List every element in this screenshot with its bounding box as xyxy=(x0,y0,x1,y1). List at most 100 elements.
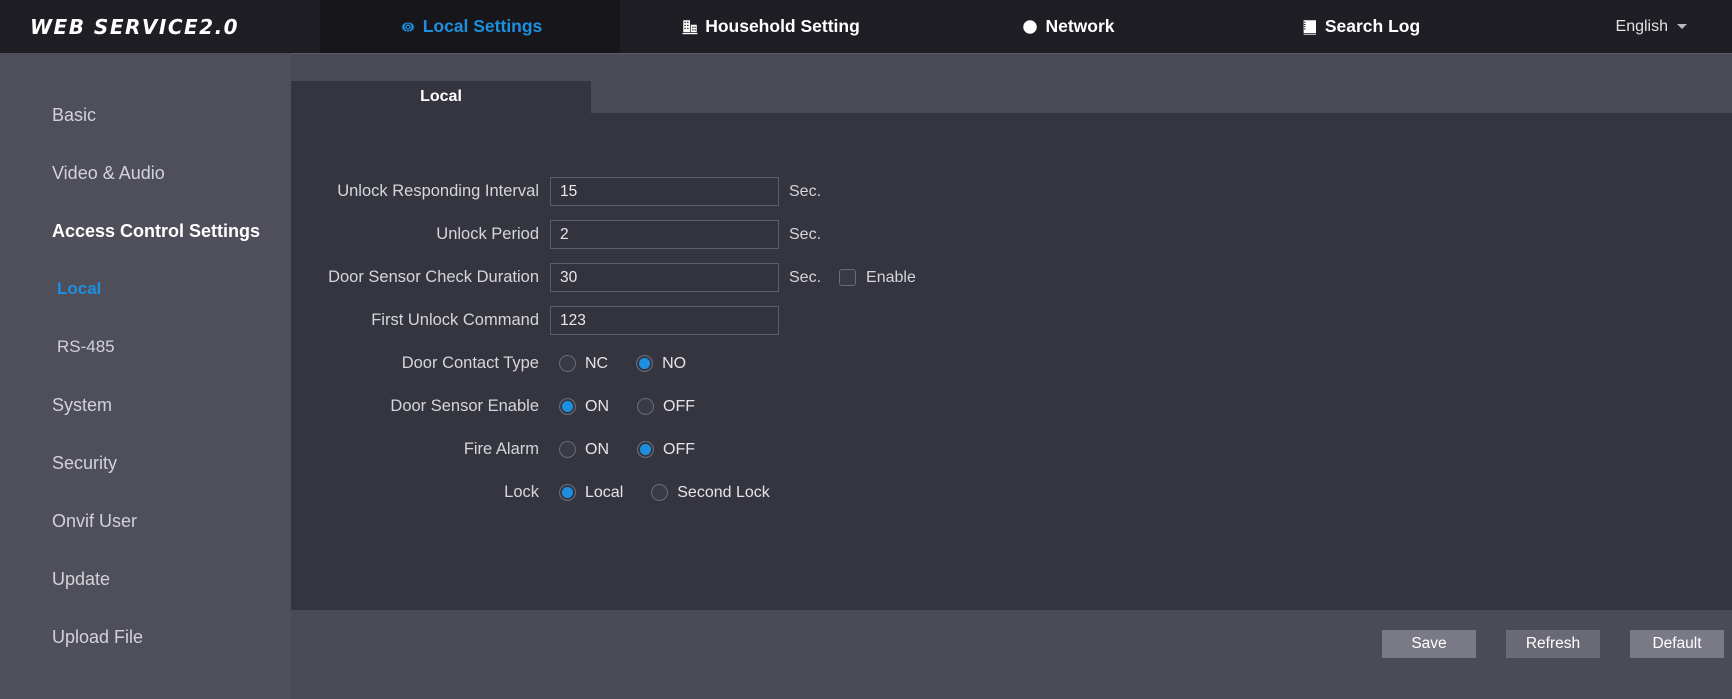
tab-label: Local xyxy=(420,88,462,106)
sidebar-item-local[interactable]: Local xyxy=(0,260,291,318)
sidebar-item-video-audio[interactable]: Video & Audio xyxy=(0,144,291,202)
field-label: Fire Alarm xyxy=(291,440,550,459)
chevron-down-icon xyxy=(1677,24,1687,29)
nav-network[interactable]: Network xyxy=(920,0,1215,53)
radio-circle xyxy=(637,398,654,415)
radio-fire-alarm-off[interactable]: OFF xyxy=(637,441,695,459)
radio-circle xyxy=(559,441,576,458)
sidebar-item-label: Basic xyxy=(52,105,96,126)
sidebar-item-security[interactable]: Security xyxy=(0,434,291,492)
sidebar-item-label: System xyxy=(52,395,112,416)
checkbox-label: Enable xyxy=(866,269,916,287)
radio-circle xyxy=(559,484,576,501)
sidebar-item-label: Security xyxy=(52,453,117,474)
web-service-app: WEB SERVICE2.0 Local Settings xyxy=(0,0,1732,699)
door-contact-type-radio-group: NC NO xyxy=(550,355,686,373)
sidebar-item-update[interactable]: Update xyxy=(0,550,291,608)
field-row-lock: Lock Local Second Lock xyxy=(291,471,1732,514)
nav-label: Household Setting xyxy=(705,16,860,37)
nav-label: Local Settings xyxy=(423,16,543,37)
radio-circle xyxy=(637,441,654,458)
refresh-button[interactable]: Refresh xyxy=(1506,630,1600,658)
top-header: WEB SERVICE2.0 Local Settings xyxy=(0,0,1732,54)
action-buttons: Save Refresh Default xyxy=(1382,630,1732,658)
tab-local[interactable]: Local xyxy=(291,81,591,113)
door-sensor-check-duration-input[interactable] xyxy=(550,263,779,292)
field-row-unlock-responding-interval: Unlock Responding Interval Sec. xyxy=(291,170,1732,213)
sidebar-item-label: RS-485 xyxy=(57,337,115,357)
field-label: Unlock Responding Interval xyxy=(291,182,550,201)
field-row-door-sensor-check-duration: Door Sensor Check Duration Sec. Enable xyxy=(291,256,1732,299)
first-unlock-command-input[interactable] xyxy=(550,306,779,335)
sidebar-item-label: Access Control Settings xyxy=(52,221,260,242)
language-label: English xyxy=(1616,18,1668,36)
sidebar-item-label: Update xyxy=(52,569,110,590)
nav-household-setting[interactable]: Household Setting xyxy=(620,0,920,53)
radio-fire-alarm-on[interactable]: ON xyxy=(559,441,609,459)
panel-tabbar: Local xyxy=(291,81,591,113)
fire-alarm-radio-group: ON OFF xyxy=(550,441,695,459)
sidebar-item-rs485[interactable]: RS-485 xyxy=(0,318,291,376)
radio-circle xyxy=(651,484,668,501)
sidebar-item-label: Onvif User xyxy=(52,511,137,532)
field-label: Door Sensor Enable xyxy=(291,397,550,416)
field-row-fire-alarm: Fire Alarm ON OFF xyxy=(291,428,1732,471)
nav-local-settings[interactable]: Local Settings xyxy=(320,0,620,53)
main-content: Local Unlock Responding Interval Sec. Un… xyxy=(291,53,1732,699)
sidebar-item-system[interactable]: System xyxy=(0,376,291,434)
radio-label: OFF xyxy=(663,398,695,416)
nav-search-log[interactable]: Search Log xyxy=(1215,0,1505,53)
local-settings-form: Unlock Responding Interval Sec. Unlock P… xyxy=(291,113,1732,514)
radio-circle xyxy=(636,355,653,372)
radio-label: Second Lock xyxy=(677,484,770,502)
radio-circle xyxy=(559,355,576,372)
sidebar-item-upload-file[interactable]: Upload File xyxy=(0,608,291,666)
field-row-door-contact-type: Door Contact Type NC NO xyxy=(291,342,1732,385)
sidebar-item-onvif-user[interactable]: Onvif User xyxy=(0,492,291,550)
checkbox-box xyxy=(839,269,856,286)
radio-label: NO xyxy=(662,355,686,373)
local-settings-panel: Unlock Responding Interval Sec. Unlock P… xyxy=(291,113,1732,610)
sidebar-item-label: Upload File xyxy=(52,627,143,648)
sidebar-item-access-control-settings[interactable]: Access Control Settings xyxy=(0,202,291,260)
field-row-first-unlock-command: First Unlock Command xyxy=(291,299,1732,342)
default-button[interactable]: Default xyxy=(1630,630,1724,658)
radio-label: ON xyxy=(585,398,609,416)
nav-label: Search Log xyxy=(1325,16,1420,37)
radio-lock-local[interactable]: Local xyxy=(559,484,623,502)
language-selector[interactable]: English xyxy=(1616,0,1732,53)
sidebar: Basic Video & Audio Access Control Setti… xyxy=(0,53,291,699)
radio-label: NC xyxy=(585,355,608,373)
radio-door-sensor-on[interactable]: ON xyxy=(559,398,609,416)
field-label: First Unlock Command xyxy=(291,311,550,330)
radio-label: Local xyxy=(585,484,623,502)
log-book-icon xyxy=(1300,17,1320,37)
radio-circle xyxy=(559,398,576,415)
field-label: Unlock Period xyxy=(291,225,550,244)
field-label: Door Contact Type xyxy=(291,354,550,373)
unlock-period-input[interactable] xyxy=(550,220,779,249)
sidebar-item-label: Video & Audio xyxy=(52,163,165,184)
field-label: Lock xyxy=(291,483,550,502)
main-nav: Local Settings xyxy=(320,0,1732,53)
unit-label: Sec. xyxy=(789,183,821,201)
building-icon xyxy=(680,17,700,37)
app-logo: WEB SERVICE2.0 xyxy=(30,15,239,39)
radio-door-contact-nc[interactable]: NC xyxy=(559,355,608,373)
save-button[interactable]: Save xyxy=(1382,630,1476,658)
radio-label: OFF xyxy=(663,441,695,459)
sidebar-item-label: Local xyxy=(57,279,101,299)
unit-label: Sec. xyxy=(789,269,821,287)
unlock-responding-interval-input[interactable] xyxy=(550,177,779,206)
radio-door-contact-no[interactable]: NO xyxy=(636,355,686,373)
globe-icon xyxy=(1020,17,1040,37)
sidebar-item-basic[interactable]: Basic xyxy=(0,86,291,144)
radio-label: ON xyxy=(585,441,609,459)
radio-lock-second[interactable]: Second Lock xyxy=(651,484,770,502)
field-row-door-sensor-enable: Door Sensor Enable ON OFF xyxy=(291,385,1732,428)
logo-area: WEB SERVICE2.0 xyxy=(0,0,320,53)
field-row-unlock-period: Unlock Period Sec. xyxy=(291,213,1732,256)
door-sensor-enable-checkbox[interactable]: Enable xyxy=(839,269,916,287)
lock-radio-group: Local Second Lock xyxy=(550,484,770,502)
radio-door-sensor-off[interactable]: OFF xyxy=(637,398,695,416)
